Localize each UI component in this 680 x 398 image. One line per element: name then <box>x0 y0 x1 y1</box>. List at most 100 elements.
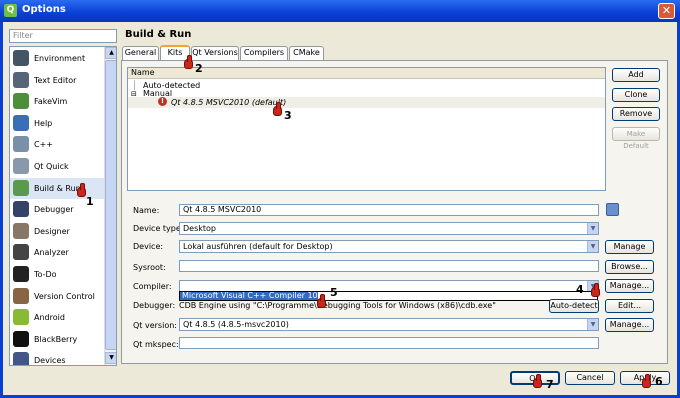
window-title: Options <box>22 4 66 15</box>
kit-row[interactable]: ! Qt 4.8.5 MSVC2010 (default) <box>128 97 605 108</box>
scroll-up-icon[interactable]: ▲ <box>105 47 116 59</box>
pointer-hand-icon <box>77 183 86 197</box>
pointer-hand-icon <box>591 283 600 297</box>
tab-compilers[interactable]: Compilers <box>240 46 288 60</box>
clone-kit-button[interactable]: Clone <box>612 88 660 102</box>
sidebar-item[interactable]: BlackBerry <box>10 329 105 350</box>
sidebar-item[interactable]: FakeVim <box>10 91 105 112</box>
qt-version-manage-button[interactable]: Manage... <box>605 318 654 332</box>
sidebar-item[interactable]: Android <box>10 307 105 328</box>
android-icon <box>13 309 29 326</box>
sidebar-item[interactable]: Analyzer <box>10 242 105 263</box>
annotation-1: 1 <box>86 195 94 208</box>
sidebar-item-label: Debugger <box>34 205 74 215</box>
sidebar-item[interactable]: Environment <box>10 48 105 69</box>
compiler-option[interactable]: Microsoft Visual C++ Compiler 10.0 (x86) <box>180 292 349 300</box>
sidebar-item-label: Qt Quick <box>34 162 69 171</box>
sidebar-item[interactable]: Designer <box>10 221 105 242</box>
tree-branch-line: │ <box>132 81 137 90</box>
device-combo[interactable]: Lokal ausführen (default for Desktop) ▼ <box>179 240 599 253</box>
annotation-2: 2 <box>195 62 203 75</box>
sidebar-item[interactable]: Text Editor <box>10 70 105 91</box>
device-label: Device: <box>133 242 164 251</box>
device-manage-button[interactable]: Manage <box>605 240 654 254</box>
remove-kit-button[interactable]: Remove <box>612 107 660 121</box>
version-control-icon <box>13 287 29 304</box>
qt-version-combo[interactable]: Qt 4.8.5 (4.8.5-msvc2010) ▼ <box>179 318 599 331</box>
cancel-button[interactable]: Cancel <box>565 371 615 385</box>
sidebar-item-label: Help <box>34 118 53 128</box>
sysroot-field[interactable] <box>179 260 599 272</box>
todo-icon <box>13 266 29 282</box>
debugger-autodetect-button[interactable]: Auto-detect <box>549 299 599 313</box>
fakevim-icon <box>13 93 29 110</box>
compiler-dropdown-list: Microsoft Visual C++ Compiler 10.0 (x86) <box>179 291 598 301</box>
filter-input[interactable]: Filter <box>9 29 117 43</box>
blackberry-icon <box>13 330 29 347</box>
sidebar-item-label: Devices <box>34 356 66 366</box>
sidebar-item[interactable]: Qt Quick <box>10 156 105 177</box>
sidebar-item-label: Build & Run <box>34 183 81 193</box>
annotation-3: 3 <box>284 109 292 122</box>
device-type-combo[interactable]: Desktop ▼ <box>179 222 599 235</box>
build-run-icon <box>13 179 29 196</box>
add-kit-button[interactable]: Add <box>612 68 660 82</box>
pointer-hand-icon <box>642 374 651 388</box>
sidebar-item-label: Analyzer <box>34 248 69 258</box>
tab-cmake[interactable]: CMake <box>289 46 324 60</box>
pointer-hand-icon <box>184 55 193 69</box>
qt-mkspec-field[interactable] <box>179 337 599 349</box>
sidebar-item-label: C++ <box>34 140 53 150</box>
sidebar-item[interactable]: Version Control <box>10 286 105 307</box>
pointer-hand-icon <box>533 374 542 388</box>
sidebar-scrollbar[interactable]: ▲ ▼ <box>104 47 116 365</box>
chevron-down-icon[interactable]: ▼ <box>587 241 598 252</box>
chevron-down-icon[interactable]: ▼ <box>587 223 598 234</box>
sidebar: Environment Text Editor FakeVim Help C++ Qt Q… <box>9 46 117 366</box>
sidebar-item-label: Version Control <box>34 291 95 301</box>
compiler-manage-button[interactable]: Manage... <box>605 279 654 293</box>
sidebar-item[interactable]: C++ <box>10 134 105 155</box>
sidebar-item[interactable]: Devices <box>10 350 105 366</box>
compiler-label: Compiler: <box>133 282 172 291</box>
sysroot-browse-button[interactable]: Browse... <box>605 260 654 274</box>
device-type-value: Desktop <box>183 224 216 233</box>
sidebar-item-label: BlackBerry <box>34 334 78 344</box>
designer-icon <box>13 222 29 239</box>
page-title: Build & Run <box>125 29 192 40</box>
sidebar-item-label: Android <box>34 313 65 323</box>
scroll-down-icon[interactable]: ▼ <box>105 352 116 364</box>
pointer-hand-icon <box>273 102 282 116</box>
annotation-6: 6 <box>655 375 663 388</box>
annotation-7: 7 <box>546 378 554 391</box>
make-default-button[interactable]: Make Default <box>612 127 660 150</box>
debugger-edit-button[interactable]: Edit... <box>605 299 654 313</box>
title-bar: Q Options ✕ <box>0 0 680 22</box>
tab-kits[interactable]: Kits <box>160 45 190 60</box>
tab-qt-versions[interactable]: Qt Versions <box>191 46 239 60</box>
scroll-thumb[interactable] <box>105 60 116 350</box>
analyzer-icon <box>13 244 29 261</box>
device-value: Lokal ausführen (default for Desktop) <box>183 242 333 251</box>
device-type-label: Device type: <box>133 224 184 233</box>
qt-version-label: Qt version: <box>133 321 177 330</box>
environment-icon <box>13 50 29 66</box>
tab-general[interactable]: General <box>122 46 159 60</box>
qt-quick-icon <box>13 158 29 174</box>
devices-icon <box>13 352 29 365</box>
name-field[interactable]: Qt 4.8.5 MSVC2010 <box>179 204 599 216</box>
help-icon <box>13 114 29 131</box>
close-button[interactable]: ✕ <box>658 3 675 19</box>
debugger-value: CDB Engine using "C:\Programme\Debugging… <box>179 301 496 310</box>
sidebar-item-label: To-Do <box>34 270 57 279</box>
qt-logo-icon: Q <box>4 4 17 17</box>
name-label: Name: <box>133 206 160 215</box>
options-window: Q Options ✕ Filter Environment Text Edito… <box>0 0 680 398</box>
sidebar-item[interactable]: Help <box>10 113 105 134</box>
debugger-label: Debugger: <box>133 301 176 310</box>
monitor-icon[interactable] <box>606 203 619 216</box>
chevron-down-icon[interactable]: ▼ <box>587 319 598 330</box>
kits-tree: Name │ Auto-detected ⊟ Manual ! Qt 4.8.5… <box>127 67 606 191</box>
sidebar-item-label: Text Editor <box>34 75 77 85</box>
sidebar-item[interactable]: To-Do <box>10 264 105 285</box>
